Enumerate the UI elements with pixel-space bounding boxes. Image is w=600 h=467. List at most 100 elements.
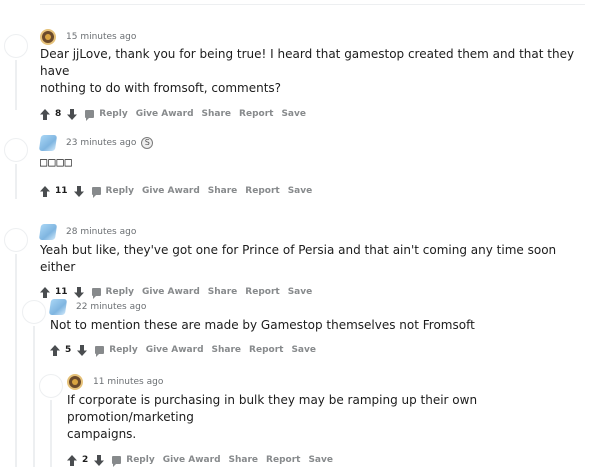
upvote-icon[interactable] — [67, 454, 77, 466]
comment-meta: 23 minutes ago S — [38, 135, 590, 151]
report-button[interactable]: Report — [239, 109, 273, 119]
award-icon[interactable]: S — [141, 137, 154, 149]
share-button[interactable]: Share — [202, 109, 232, 119]
reply-button[interactable]: Reply — [91, 287, 134, 299]
share-button[interactable]: Share — [229, 455, 259, 465]
give-award-button[interactable]: Give Award — [142, 186, 200, 196]
comment-timestamp[interactable]: 15 minutes ago — [66, 29, 136, 45]
save-button[interactable]: Save — [308, 455, 333, 465]
give-award-button[interactable]: Give Award — [146, 345, 204, 355]
comment-actions: 5 Reply Give Award Share Report Save — [50, 342, 590, 358]
reply-label: Reply — [99, 109, 128, 119]
reply-label: Reply — [105, 287, 134, 297]
vote-control: 11 — [40, 185, 84, 197]
vote-score: 8 — [55, 109, 62, 119]
vote-score: 11 — [55, 186, 68, 196]
user-avatar-icon[interactable] — [48, 299, 68, 315]
collapse-thread-button[interactable] — [4, 228, 28, 252]
reply-label: Reply — [109, 345, 138, 355]
vote-control: 8 — [40, 108, 78, 120]
upvote-icon[interactable] — [40, 108, 50, 120]
comment: 23 minutes ago S □□□□ 11 Reply Give Awar… — [38, 135, 590, 199]
comment-text-line: If corporate is purchasing in bulk they … — [67, 393, 478, 424]
vote-score: 11 — [55, 287, 68, 297]
comment-actions: 2 Reply Give Award Share Report Save — [67, 452, 592, 467]
vote-score: 2 — [82, 455, 89, 465]
thread-line[interactable] — [15, 164, 17, 199]
comment-meta: 11 minutes ago — [67, 374, 592, 390]
comment-timestamp[interactable]: 23 minutes ago — [66, 135, 136, 151]
downvote-icon[interactable] — [73, 185, 84, 197]
comment-actions: 11 Reply Give Award Share Report Save — [40, 183, 590, 199]
collapse-thread-button[interactable] — [4, 138, 28, 162]
comment-meta: 15 minutes ago — [40, 29, 590, 45]
downvote-icon[interactable] — [77, 344, 88, 356]
reply-label: Reply — [126, 455, 155, 465]
report-button[interactable]: Report — [245, 186, 279, 196]
reply-label: Reply — [105, 186, 134, 196]
give-award-button[interactable]: Give Award — [163, 455, 221, 465]
comment-timestamp[interactable]: 11 minutes ago — [93, 374, 163, 390]
comment-body: Not to mention these are made by Gamesto… — [50, 318, 475, 332]
comment-text-line: nothing to do with fromsoft, comments? — [40, 81, 282, 95]
user-avatar-icon[interactable] — [40, 29, 56, 45]
thread-line[interactable] — [15, 254, 17, 467]
comment-bubble-icon — [95, 346, 105, 357]
thread-line[interactable] — [50, 400, 52, 467]
user-avatar-icon[interactable] — [38, 224, 58, 240]
upvote-icon[interactable] — [40, 286, 50, 298]
save-button[interactable]: Save — [288, 186, 313, 196]
reply-button[interactable]: Reply — [95, 345, 138, 357]
comment-body: If corporate is purchasing in bulk they … — [67, 392, 592, 443]
report-button[interactable]: Report — [249, 345, 283, 355]
vote-control: 11 — [40, 286, 84, 298]
vote-score: 5 — [65, 345, 72, 355]
comment-body: Yeah but like, they've got one for Princ… — [40, 243, 557, 274]
comment-bubble-icon — [112, 456, 122, 467]
comment-bubble-icon — [85, 110, 95, 121]
downvote-icon[interactable] — [94, 454, 105, 466]
collapse-thread-button[interactable] — [4, 34, 28, 58]
give-award-button[interactable]: Give Award — [136, 109, 194, 119]
user-avatar-icon[interactable] — [38, 135, 58, 151]
save-button[interactable]: Save — [281, 109, 306, 119]
report-button[interactable]: Report — [266, 455, 300, 465]
comment-body: □□□□ — [40, 155, 73, 169]
upvote-icon[interactable] — [40, 185, 50, 197]
comment-bubble-icon — [91, 288, 101, 299]
thread-line[interactable] — [33, 326, 35, 467]
thread-line[interactable] — [15, 60, 17, 110]
reply-button[interactable]: Reply — [85, 109, 128, 121]
comment-text-line: Dear jjLove, thank you for being true! I… — [40, 47, 575, 78]
comment-timestamp[interactable]: 28 minutes ago — [66, 224, 136, 240]
reply-button[interactable]: Reply — [112, 455, 155, 467]
comment-reply: 22 minutes ago Not to mention these are … — [48, 299, 590, 358]
comment-body: Dear jjLove, thank you for being true! I… — [40, 46, 590, 97]
comment-actions: 8 Reply Give Award Share Report Save — [40, 106, 590, 122]
comment: 15 minutes ago Dear jjLove, thank you fo… — [40, 29, 590, 122]
give-award-button[interactable]: Give Award — [142, 287, 200, 297]
user-avatar-icon[interactable] — [67, 374, 83, 390]
comment-meta: 28 minutes ago — [38, 224, 590, 240]
vote-control: 2 — [67, 454, 105, 466]
reply-button[interactable]: Reply — [91, 186, 134, 198]
collapse-thread-button[interactable] — [39, 374, 63, 398]
comment: 28 minutes ago Yeah but like, they've go… — [38, 224, 590, 300]
save-button[interactable]: Save — [291, 345, 316, 355]
comment-reply: 11 minutes ago If corporate is purchasin… — [67, 374, 592, 467]
comment-timestamp[interactable]: 22 minutes ago — [76, 299, 146, 315]
upvote-icon[interactable] — [50, 344, 60, 356]
vote-control: 5 — [50, 344, 88, 356]
comment-meta: 22 minutes ago — [48, 299, 590, 315]
comment-actions: 11 Reply Give Award Share Report Save — [40, 284, 590, 300]
comment-text-line: campaigns. — [67, 427, 137, 441]
downvote-icon[interactable] — [73, 286, 84, 298]
save-button[interactable]: Save — [288, 287, 313, 297]
share-button[interactable]: Share — [208, 287, 238, 297]
share-button[interactable]: Share — [208, 186, 238, 196]
downvote-icon[interactable] — [67, 108, 78, 120]
collapse-thread-button[interactable] — [22, 300, 46, 324]
report-button[interactable]: Report — [245, 287, 279, 297]
comment-bubble-icon — [91, 187, 101, 198]
share-button[interactable]: Share — [212, 345, 242, 355]
